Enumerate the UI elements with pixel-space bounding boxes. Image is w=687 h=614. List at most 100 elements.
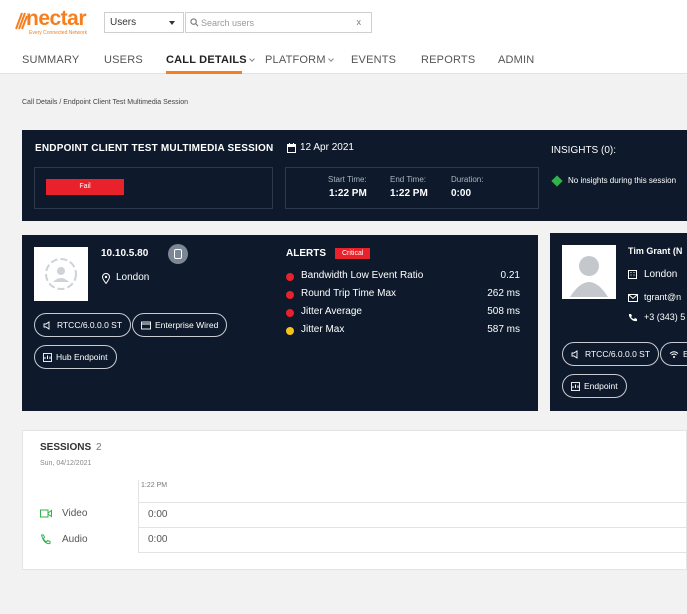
alert-name: Jitter Max: [301, 324, 345, 335]
alert-name: Jitter Average: [301, 306, 362, 317]
end-time-label: End Time:: [390, 175, 427, 184]
tab-platform[interactable]: PLATFORM: [265, 54, 334, 66]
session-row-label[interactable]: Audio: [62, 534, 88, 545]
status-badge: Fail: [46, 179, 124, 195]
insights-title: INSIGHTS (0):: [551, 145, 617, 156]
nectar-logo[interactable]: nectar Every Connected Network: [14, 7, 94, 36]
sessions-date: Sun, 04/12/2021: [40, 460, 92, 467]
endpoint-location: London: [116, 272, 150, 283]
search-box[interactable]: x: [185, 12, 372, 33]
speaker-icon: [43, 320, 50, 330]
tab-reports[interactable]: REPORTS: [421, 54, 475, 66]
hub-icon: [571, 381, 580, 391]
hub-icon: [43, 352, 52, 362]
network-wired-icon: [141, 321, 151, 329]
pill-user-client-version[interactable]: RTCC/6.0.0.0 ST: [562, 342, 660, 366]
sessions-count: 2: [96, 442, 102, 453]
duration-label: Duration:: [451, 175, 484, 184]
user-type-select[interactable]: Users: [104, 12, 184, 33]
chevron-down-icon: [248, 56, 255, 62]
tab-call-details-label: CALL DETAILS: [166, 54, 247, 66]
pill-network-type[interactable]: Enterprise Wired: [132, 313, 228, 337]
search-icon: [190, 18, 199, 27]
person-icon: [570, 256, 608, 297]
location-pin-icon: [102, 273, 110, 284]
user-location: London: [644, 269, 678, 280]
user-type-select-value: Users: [110, 17, 137, 28]
pill-network-type-label: Enterprise Wired: [155, 320, 219, 330]
tab-summary[interactable]: SUMMARY: [22, 54, 79, 66]
top-bar: nectar Every Connected Network Users x S…: [0, 0, 687, 74]
timeline-gridline: [138, 502, 687, 503]
alert-severity-icon: [286, 327, 294, 335]
video-icon: [40, 509, 52, 518]
user-card-panel: Tim Grant (N London tgrant@n +3 (343) 5 …: [550, 233, 687, 411]
session-row-duration: 0:00: [148, 534, 168, 545]
tab-users[interactable]: USERS: [104, 54, 143, 66]
pill-user-client-version-label: RTCC/6.0.0.0 ST: [585, 349, 651, 359]
start-time-label: Start Time:: [328, 175, 367, 184]
clear-search-icon[interactable]: x: [357, 17, 362, 27]
alert-severity-icon: [286, 273, 294, 281]
timeline-gridline: [138, 527, 687, 528]
pill-user-endpoint-type[interactable]: Endpoint: [562, 374, 627, 398]
active-tab-indicator: [166, 71, 242, 74]
tab-events[interactable]: EVENTS: [351, 54, 396, 66]
user-phone: +3 (343) 5: [644, 312, 686, 322]
alert-severity-icon: [286, 309, 294, 317]
user-name[interactable]: Tim Grant (N: [628, 246, 682, 256]
alert-value: 508 ms: [487, 306, 520, 317]
alert-name: Bandwidth Low Event Ratio: [301, 270, 424, 281]
time-box: Start Time: 1:22 PM End Time: 1:22 PM Du…: [285, 167, 539, 209]
speaker-icon: [571, 349, 578, 359]
phone-icon: [629, 314, 637, 322]
endpoint-ip: 10.10.5.80: [101, 248, 149, 259]
alerts-title: ALERTS: [286, 248, 326, 259]
alert-name: Round Trip Time Max: [301, 288, 397, 299]
breadcrumb: Call Details / Endpoint Client Test Mult…: [22, 99, 189, 106]
sessions-panel: SESSIONS 2 Sun, 04/12/2021 1:22 PM Video…: [22, 430, 687, 570]
insight-status-icon: [551, 175, 563, 187]
duration-value: 0:00: [451, 188, 472, 199]
tab-call-details[interactable]: CALL DETAILS: [166, 54, 255, 66]
alert-severity-icon: [286, 291, 294, 299]
user-avatar[interactable]: [562, 245, 616, 299]
alerts-severity-badge: Critical: [335, 248, 371, 259]
sessions-title: SESSIONS: [40, 442, 92, 453]
start-time-value: 1:22 PM: [329, 188, 367, 199]
building-icon: [628, 270, 637, 279]
pill-client-version-label: RTCC/6.0.0.0 ST: [57, 320, 123, 330]
session-date: 12 Apr 2021: [300, 142, 354, 153]
pill-user-network-type[interactable]: E: [660, 342, 687, 366]
pill-client-version[interactable]: RTCC/6.0.0.0 ST: [34, 313, 132, 337]
calendar-icon: [287, 143, 296, 153]
tab-admin[interactable]: ADMIN: [498, 54, 534, 66]
session-row-label[interactable]: Video: [62, 508, 87, 519]
brand-name: nectar: [26, 7, 87, 30]
timeline-axis: [138, 480, 139, 552]
timeline-tick-label: 1:22 PM: [141, 482, 168, 489]
tab-platform-label: PLATFORM: [265, 54, 326, 66]
session-title: ENDPOINT CLIENT TEST MULTIMEDIA SESSION: [35, 143, 274, 154]
timeline-gridline: [138, 552, 687, 553]
brand-tagline: Every Connected Network: [29, 30, 88, 36]
endpoint-avatar: [34, 247, 88, 301]
alert-value: 587 ms: [487, 324, 520, 335]
session-row-duration: 0:00: [148, 509, 168, 520]
chevron-down-icon: [327, 56, 334, 62]
search-input[interactable]: [201, 16, 351, 30]
end-time-value: 1:22 PM: [390, 188, 428, 199]
pill-endpoint-type[interactable]: Hub Endpoint: [34, 345, 117, 369]
os-icon: [168, 244, 188, 264]
endpoint-panel: 10.10.5.80 London RTCC/6.0.0.0 ST Enterp…: [22, 235, 538, 411]
chevron-down-icon: [169, 21, 175, 25]
user-email[interactable]: tgrant@n: [644, 292, 681, 302]
endpoint-user-icon: [45, 258, 77, 290]
wifi-icon: [669, 350, 679, 358]
insights-message: No insights during this session: [568, 176, 677, 185]
alert-value: 0.21: [500, 270, 520, 281]
pill-user-endpoint-type-label: Endpoint: [584, 381, 618, 391]
email-icon: [628, 294, 638, 302]
phone-audio-icon: [40, 534, 51, 545]
alert-value: 262 ms: [487, 288, 520, 299]
